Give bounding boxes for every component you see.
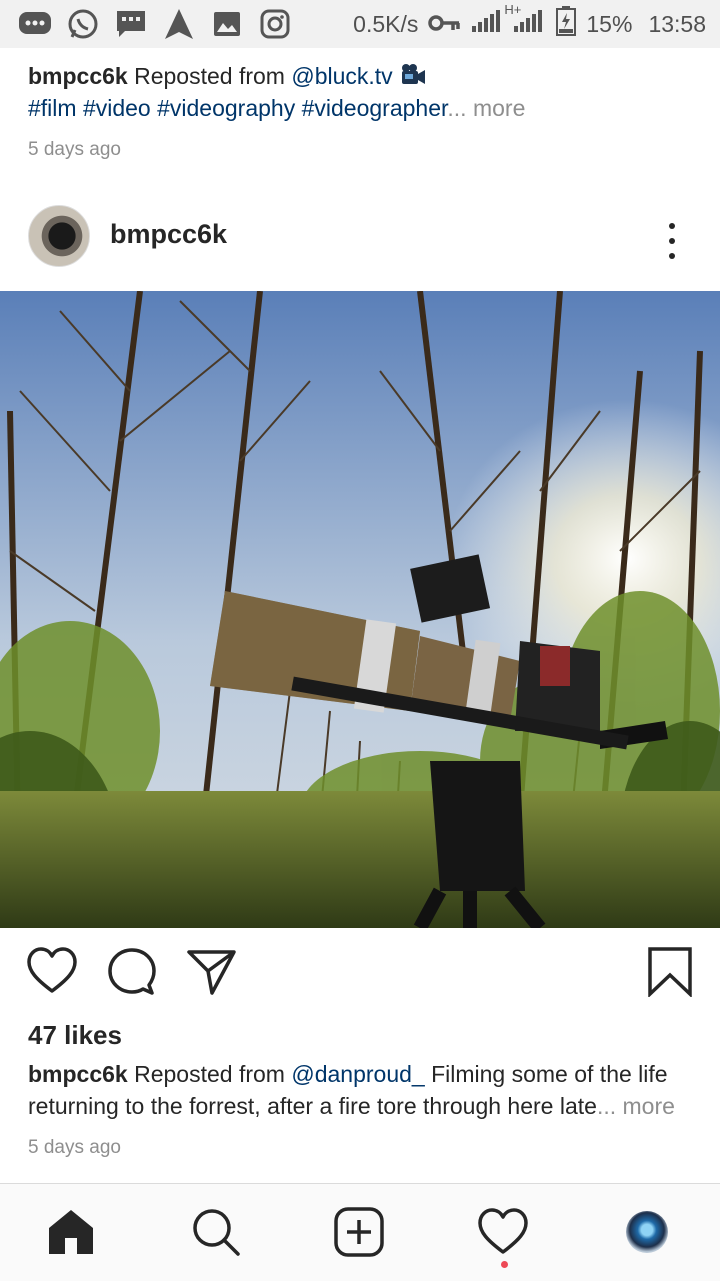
caption-reposted: Reposted from (134, 1061, 285, 1087)
network-type: H+ (504, 2, 522, 17)
comment-icon[interactable] (106, 945, 158, 997)
add-post-icon[interactable] (333, 1206, 385, 1258)
sms-icon (114, 7, 148, 41)
profile-avatar[interactable] (626, 1211, 668, 1253)
caption-source-link[interactable]: @danproud_ (291, 1061, 424, 1087)
battery-percent: 15% (586, 10, 633, 37)
caption-text-1: Filming some of the life (431, 1061, 668, 1087)
home-icon[interactable] (45, 1206, 97, 1258)
post-caption-line-2: returning to the forrest, after a fire t… (28, 1093, 675, 1120)
prev-caption-username[interactable]: bmpcc6k (28, 63, 128, 89)
instagram-icon (258, 7, 292, 41)
caption-more-link[interactable]: more (623, 1093, 675, 1119)
prev-caption-hashtags[interactable]: #film #video #videography #videographer (28, 95, 447, 121)
status-bar: 0.5K/s H+ 15% 13:58 (0, 0, 720, 48)
activity-notification-dot (501, 1261, 508, 1268)
likes-count[interactable]: 47 likes (28, 1020, 122, 1051)
battery-icon (556, 6, 577, 42)
prev-caption-reposted: Reposted from (134, 63, 285, 90)
prev-post-caption: bmpcc6k Reposted from @bluck.tv (28, 62, 427, 94)
caption-username[interactable]: bmpcc6k (28, 1061, 128, 1087)
post-header: bmpcc6k (0, 205, 720, 275)
search-icon[interactable] (190, 1206, 242, 1258)
caption-ellipsis: ... (596, 1093, 617, 1119)
navigation-icon (162, 7, 196, 41)
bookmark-icon[interactable] (644, 945, 696, 999)
prev-caption-source-link[interactable]: @bluck.tv (291, 63, 392, 89)
clock: 13:58 (648, 10, 706, 37)
like-heart-icon[interactable] (26, 945, 78, 997)
signal-icon: H+ (470, 2, 546, 40)
prev-caption-ellipsis: ... (447, 95, 467, 121)
post-timestamp: 5 days ago (28, 1137, 121, 1158)
net-speed: 0.5K/s (353, 10, 419, 37)
gallery-icon (210, 7, 244, 41)
caption-text-2: returning to the forrest, after a fire t… (28, 1093, 597, 1119)
post-username[interactable]: bmpcc6k (110, 219, 227, 250)
key-icon (428, 11, 461, 38)
message-icon (18, 7, 52, 41)
prev-post-hashtags-line: #film #video #videography #videographer.… (28, 95, 525, 122)
post-caption-line-1: bmpcc6k Reposted from @danproud_ Filming… (28, 1061, 668, 1088)
whatsapp-icon (66, 7, 100, 41)
avatar[interactable] (28, 205, 90, 267)
bottom-nav (0, 1183, 720, 1281)
post-actions (0, 945, 720, 1001)
activity-heart-icon[interactable] (477, 1206, 529, 1258)
prev-post-timestamp: 5 days ago (28, 139, 121, 160)
share-send-icon[interactable] (186, 945, 238, 997)
post-photo[interactable] (0, 291, 720, 928)
video-camera-emoji-icon (399, 62, 427, 94)
prev-caption-more-link[interactable]: more (473, 95, 525, 121)
more-options-icon[interactable] (660, 223, 684, 259)
